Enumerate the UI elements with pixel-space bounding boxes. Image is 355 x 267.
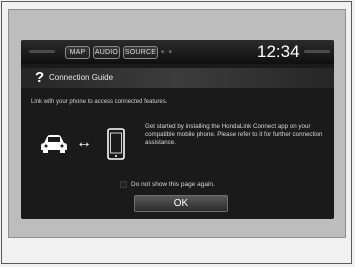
do-not-show-checkbox[interactable] <box>120 181 127 188</box>
do-not-show-label: Do not show this page again. <box>131 181 215 188</box>
intro-text: Link with your phone to access connected… <box>31 99 168 105</box>
top-bar: MAP AUDIO SOURCE ■ ◦ ■ 12:34 <box>21 40 334 64</box>
audio-tab[interactable]: AUDIO <box>93 46 120 59</box>
question-icon: ? <box>35 69 45 86</box>
smartphone-icon <box>107 128 125 160</box>
infotainment-screen: MAP AUDIO SOURCE ■ ◦ ■ 12:34 ? Connectio… <box>21 40 334 219</box>
map-tab[interactable]: MAP <box>65 46 90 59</box>
double-arrow-icon: ↔ <box>76 134 92 151</box>
clock: 12:34 <box>257 42 300 61</box>
car-icon <box>41 135 67 153</box>
top-bar-right-decoration <box>304 50 330 53</box>
ok-button[interactable]: OK <box>134 195 228 212</box>
dialog-body-text: Get started by installing the HondaLink … <box>145 123 323 146</box>
top-bar-left-decoration <box>29 50 55 53</box>
source-tab[interactable]: SOURCE <box>123 46 158 59</box>
dialog-title: Connection Guide <box>49 73 114 82</box>
status-indicators: ■ ◦ ■ <box>161 49 172 55</box>
dialog-title-bar: ? Connection Guide <box>21 68 334 88</box>
